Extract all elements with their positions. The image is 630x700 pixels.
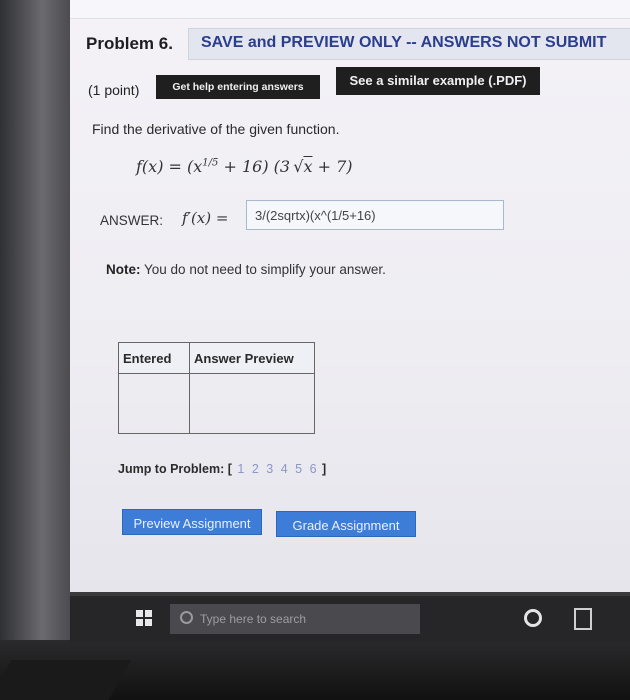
desk-area: [0, 660, 132, 700]
search-icon: [180, 611, 193, 624]
jump-problem-1[interactable]: 1: [237, 462, 244, 476]
note-label: Note:: [106, 262, 141, 277]
similar-example-button[interactable]: See a similar example (.PDF): [336, 67, 540, 95]
column-header-entered: Entered: [118, 342, 190, 374]
task-view-icon[interactable]: [574, 608, 592, 630]
banner-text: SAVE and PREVIEW ONLY -- ANSWERS NOT SUB…: [201, 34, 607, 51]
answer-preview-table: Entered Answer Preview: [118, 342, 315, 434]
jump-close: ]: [322, 462, 327, 476]
save-preview-banner: SAVE and PREVIEW ONLY -- ANSWERS NOT SUB…: [188, 28, 630, 60]
preview-assignment-button[interactable]: Preview Assignment: [122, 509, 262, 535]
windows-taskbar: Type here to search: [70, 596, 630, 642]
jump-to-problem: Jump to Problem: [ 1 2 3 4 5 6 ]: [118, 462, 326, 476]
taskbar-search-placeholder: Type here to search: [200, 612, 307, 626]
browser-page: SAVE and PREVIEW ONLY -- ANSWERS NOT SUB…: [70, 0, 630, 592]
help-entering-answers-button[interactable]: Get help entering answers: [156, 75, 320, 99]
question-text: Find the derivative of the given functio…: [92, 121, 340, 137]
jump-problem-3[interactable]: 3: [266, 462, 273, 476]
column-header-answer-preview: Answer Preview: [189, 342, 315, 374]
entered-cell: [118, 373, 190, 434]
table-row: [118, 373, 315, 434]
monitor-bezel: [0, 0, 70, 700]
answer-input[interactable]: [246, 200, 504, 230]
function-formula: f(x) = (x1/5 + 16) (3 √x + 7): [136, 157, 353, 176]
note-body: You do not need to simplify your answer.: [144, 262, 386, 277]
jump-problem-6[interactable]: 6: [310, 462, 317, 476]
grade-assignment-button[interactable]: Grade Assignment: [276, 511, 416, 537]
page-top-edge: [70, 0, 630, 19]
jump-problem-5[interactable]: 5: [295, 462, 302, 476]
jump-problem-2[interactable]: 2: [252, 462, 259, 476]
answer-label: ANSWER:: [100, 213, 164, 228]
jump-label: Jump to Problem: [: [118, 462, 232, 476]
jump-problem-4[interactable]: 4: [281, 462, 288, 476]
note-text: Note: You do not need to simplify your a…: [106, 262, 386, 277]
preview-cell: [189, 373, 315, 434]
answer-function-label: f′(x) =: [182, 209, 229, 227]
taskbar-search-box[interactable]: Type here to search: [170, 604, 420, 634]
cortana-icon[interactable]: [524, 609, 542, 627]
problem-title: Problem 6.: [86, 34, 173, 53]
problem-points: (1 point): [88, 82, 140, 98]
windows-start-icon[interactable]: [136, 610, 152, 626]
